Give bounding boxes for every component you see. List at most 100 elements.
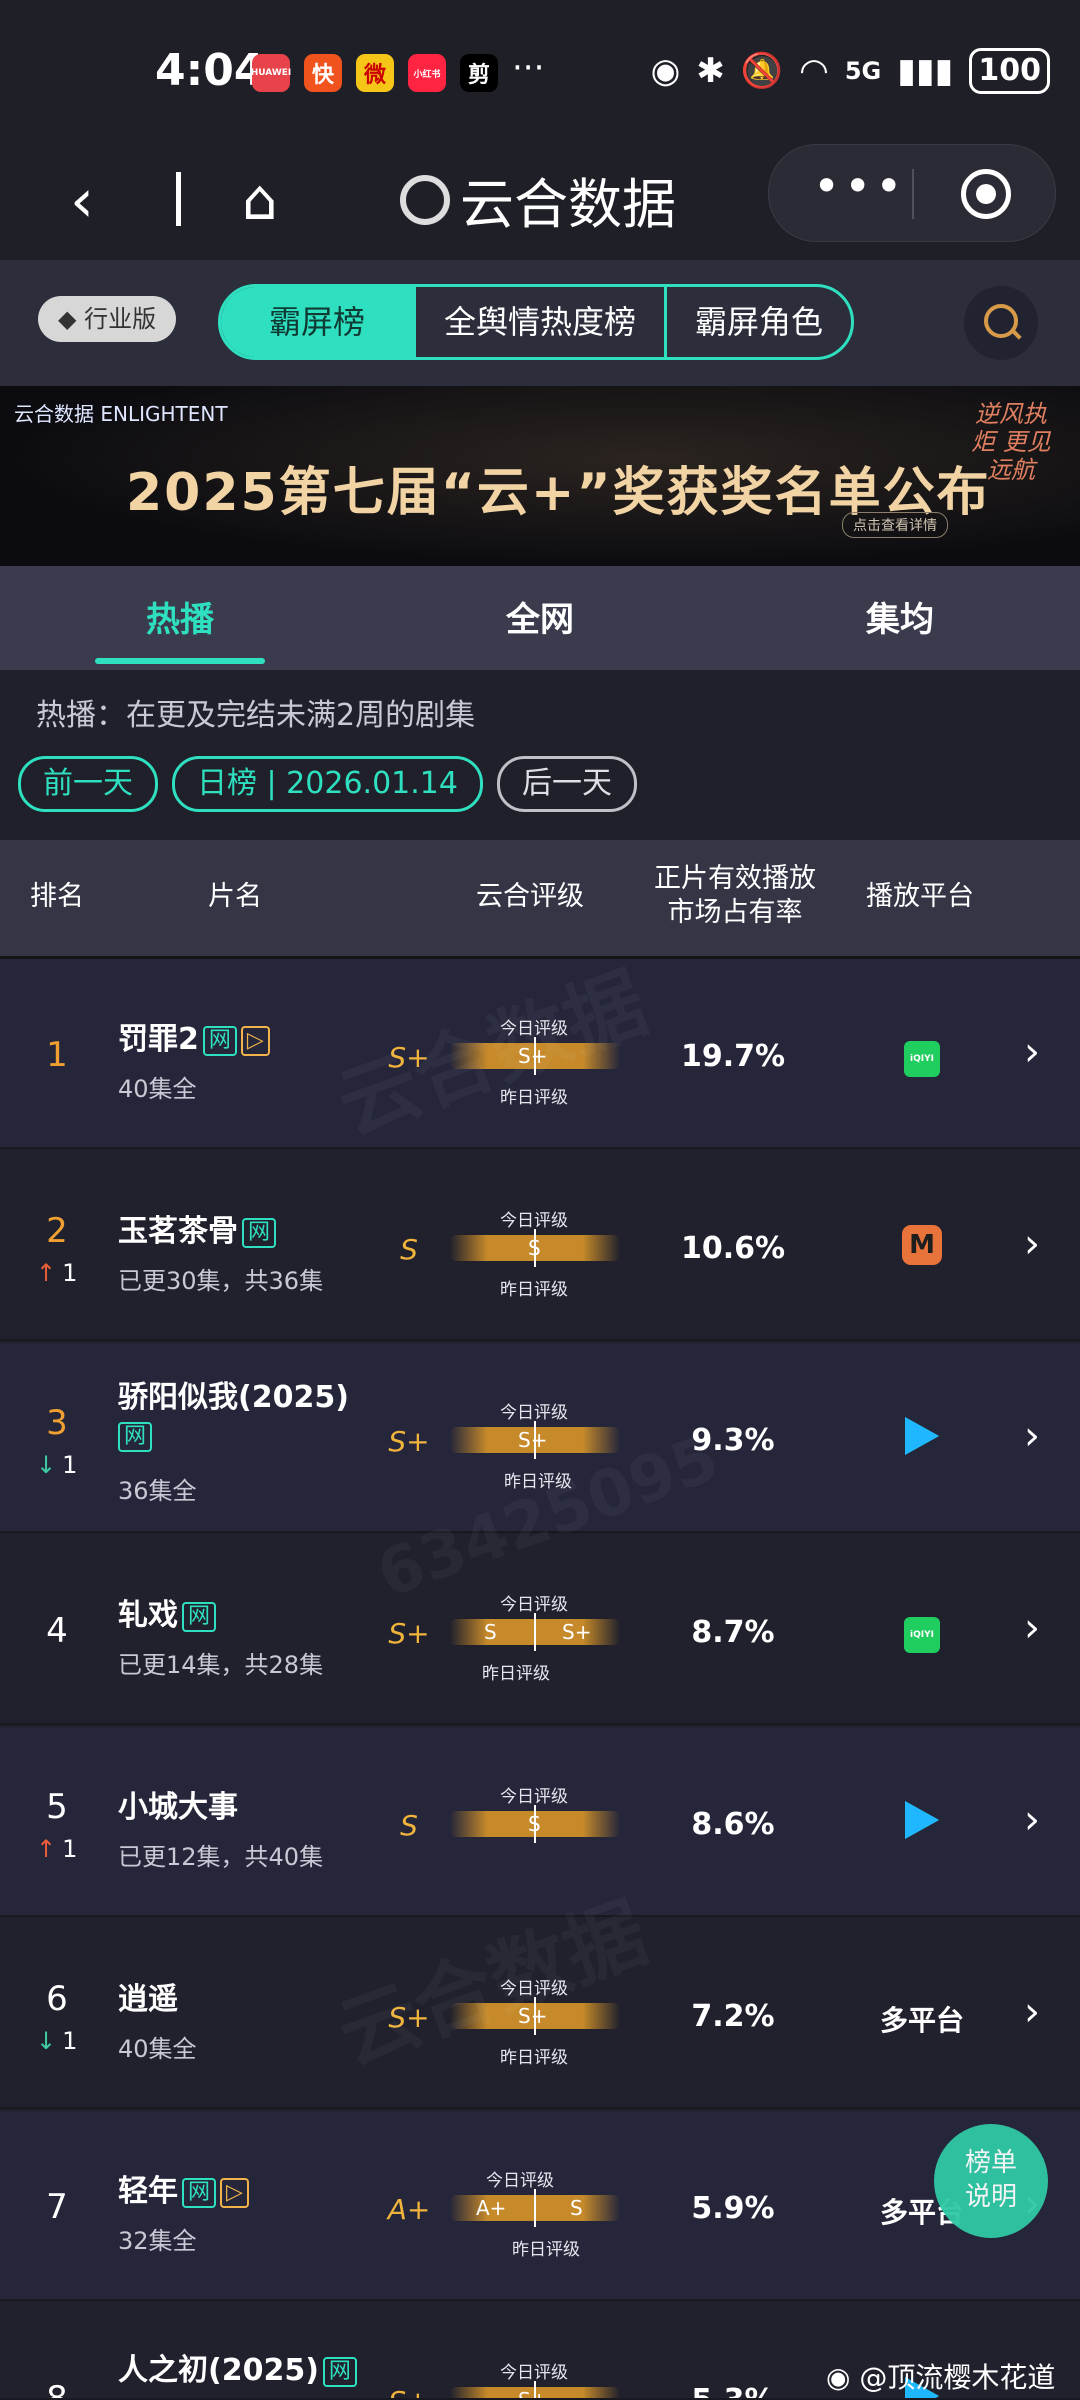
table-row[interactable]: 2 ↑ 1 玉茗茶骨网 已更30集，共36集 S 今日评级 S 昨日评级 10.6… xyxy=(0,1151,1080,1341)
web-drama-tag: 网 xyxy=(182,1601,217,1632)
market-share: 8.7% xyxy=(691,1615,775,1650)
grade-bar-yesterday: A+ xyxy=(476,2196,507,2220)
close-mini-program-icon[interactable] xyxy=(961,169,1011,219)
yesterday-grade-label: 昨日评级 xyxy=(500,2048,568,2068)
industry-edition-button[interactable]: ◆ 行业版 xyxy=(38,296,177,342)
more-options-icon[interactable]: ••• xyxy=(813,159,906,213)
segment-quanyuqing[interactable]: 全舆情热度榜 xyxy=(413,287,664,357)
date-navigation: 前一天 日榜 | 2026.01.14 后一天 xyxy=(18,756,637,812)
vip-play-tag: ▷ xyxy=(220,2177,249,2208)
market-share: 5.9% xyxy=(691,2191,775,2226)
rank-number: 1 xyxy=(46,1035,68,1075)
diamond-icon: ◆ xyxy=(58,305,85,333)
grade-bar: S+ xyxy=(450,1421,620,1459)
tab-jijun[interactable]: 集均 xyxy=(750,592,1050,641)
show-title: 小城大事 xyxy=(118,1782,238,1826)
capsule-divider xyxy=(912,169,914,219)
tab-rebo[interactable]: 热播 xyxy=(30,592,330,641)
wifi-icon: ◠ xyxy=(799,51,829,91)
huawei-app-icon: HUAWEI xyxy=(251,54,291,92)
grade-value: S+ xyxy=(376,2385,442,2398)
search-button[interactable] xyxy=(964,286,1038,360)
bluetooth-icon: ✱ xyxy=(696,51,725,91)
show-title-text: 逍遥 xyxy=(118,1982,178,2017)
arrow-down-icon: ↓ xyxy=(36,1451,57,1479)
grade-value: S xyxy=(400,1809,418,1842)
rank-number: 6 xyxy=(46,1979,68,2019)
show-title-text: 骄阳似我(2025) xyxy=(118,1380,349,1415)
tencent-video-icon xyxy=(905,1417,939,1455)
table-row[interactable]: 4 轧戏网 已更14集，共28集 S+ 今日评级 S S+ 昨日评级 8.7% … xyxy=(0,1535,1080,1725)
header-title: 片名 xyxy=(208,881,262,912)
mini-program-nav-bar: ‹ ⌂ 云合数据 ••• xyxy=(0,140,1080,260)
system-indicators: ◉ ✱ 🔕 ◠ 5G ▮▮▮ 100 xyxy=(651,48,1050,94)
show-title-text: 人之初(2025) xyxy=(118,2353,319,2388)
promo-banner[interactable]: 云合数据 ENLIGHTENT 2025第七届“云+”奖获奖名单公布 逆风执炬 … xyxy=(0,386,1080,566)
banner-logo: 云合数据 ENLIGHTENT xyxy=(14,402,228,426)
episode-status: 已更12集，共40集 xyxy=(118,1843,324,1871)
weibo-credit: ◉ @顶流樱木花道 xyxy=(826,2356,1055,2396)
chevron-right-icon[interactable]: › xyxy=(1024,1989,1040,2035)
chevron-right-icon[interactable]: › xyxy=(1024,1029,1040,1075)
rank-change-down: ↓ 1 xyxy=(36,2027,77,2055)
chevron-right-icon[interactable]: › xyxy=(1024,1221,1040,1267)
back-icon[interactable]: ‹ xyxy=(70,166,94,236)
show-title: 罚罪2 网 ▷ xyxy=(118,1014,270,1058)
show-title: 人之初(2025) 网 xyxy=(118,2345,357,2389)
header-grade: 云合评级 xyxy=(476,881,584,912)
show-title-text: 玉茗茶骨 xyxy=(118,1214,238,1249)
today-grade-label: 今日评级 xyxy=(500,2363,568,2383)
platform: iQIYI xyxy=(872,1035,972,1077)
chart-tabs: 热播 全网 集均 xyxy=(0,566,1080,670)
fab-line2: 说明 xyxy=(964,2182,1017,2212)
episode-status: 已更14集，共28集 xyxy=(118,1651,324,1679)
banner-detail-button[interactable]: 点击查看详情 xyxy=(842,512,948,538)
grade-bar-today: S+ xyxy=(562,1620,592,1644)
ranking-type-selector: 霸屏榜 全舆情热度榜 霸屏角色 xyxy=(218,284,855,360)
rank-number: 7 xyxy=(46,2187,68,2227)
market-share: 7.2% xyxy=(691,1999,775,2034)
iqiyi-icon: iQIYI xyxy=(904,1041,940,1077)
search-icon-handle xyxy=(1010,328,1022,340)
tab-quanwang[interactable]: 全网 xyxy=(390,592,690,641)
home-icon[interactable]: ⌂ xyxy=(242,168,278,233)
table-header: 排名 片名 云合评级 正片有效播放 市场占有率 播放平台 xyxy=(0,840,1080,959)
grade-bar-yesterday: S xyxy=(484,1620,497,1644)
more-notifications-icon: ··· xyxy=(512,48,545,88)
signal-icon: ▮▮▮ xyxy=(897,51,954,91)
active-tab-indicator xyxy=(95,658,265,664)
rank-change-down: ↓ 1 xyxy=(36,1451,77,1479)
mgtv-icon: M xyxy=(902,1225,942,1265)
rank-change-up: ↑ 1 xyxy=(36,1259,77,1287)
rank-number: 3 xyxy=(46,1403,68,1443)
tencent-video-icon xyxy=(905,1801,939,1839)
nav-divider xyxy=(176,172,181,226)
status-bar: 4:04 HUAWEI 快 微 小红书 剪 ··· ◉ ✱ 🔕 ◠ 5G ▮▮▮… xyxy=(0,0,1080,140)
battery-level: 100 xyxy=(969,48,1050,94)
header-rank: 排名 xyxy=(30,881,84,912)
next-day-button[interactable]: 后一天 xyxy=(496,756,637,812)
filter-bar: ◆ 行业版 霸屏榜 全舆情热度榜 霸屏角色 xyxy=(0,260,1080,386)
grade-value: S xyxy=(400,1233,418,1266)
table-row[interactable]: 7 轻年网▷ 32集全 A+ 今日评级 A+ S 昨日评级 5.9% 多平台 › xyxy=(0,2111,1080,2301)
platform xyxy=(872,1417,972,1462)
platform xyxy=(872,1801,972,1846)
rank-number: 4 xyxy=(46,1611,68,1651)
table-row[interactable]: 5 ↑ 1 小城大事 已更12集，共40集 S 今日评级 S 8.6% › xyxy=(0,1727,1080,1917)
header-platform: 播放平台 xyxy=(866,881,974,912)
today-grade-label: 今日评级 xyxy=(500,1787,568,1807)
clock: 4:04 xyxy=(155,45,265,96)
credit-text: @顶流樱木花道 xyxy=(859,2361,1056,2394)
page-title-text: 云合数据 xyxy=(460,173,676,236)
previous-day-button[interactable]: 前一天 xyxy=(18,756,158,812)
grade-value: S+ xyxy=(388,1425,430,1458)
chevron-right-icon[interactable]: › xyxy=(1024,1797,1040,1843)
chevron-right-icon[interactable]: › xyxy=(1024,1605,1040,1651)
rank-change-value: 1 xyxy=(62,1451,78,1479)
date-picker-button[interactable]: 日榜 | 2026.01.14 xyxy=(172,756,483,812)
segment-bapingbang[interactable]: 霸屏榜 xyxy=(221,287,414,357)
show-title-text: 小城大事 xyxy=(118,1790,238,1825)
chevron-right-icon[interactable]: › xyxy=(1024,1413,1040,1459)
segment-bapingjuese[interactable]: 霸屏角色 xyxy=(664,287,851,357)
ranking-explanation-button[interactable]: 榜单 说明 xyxy=(934,2124,1048,2238)
